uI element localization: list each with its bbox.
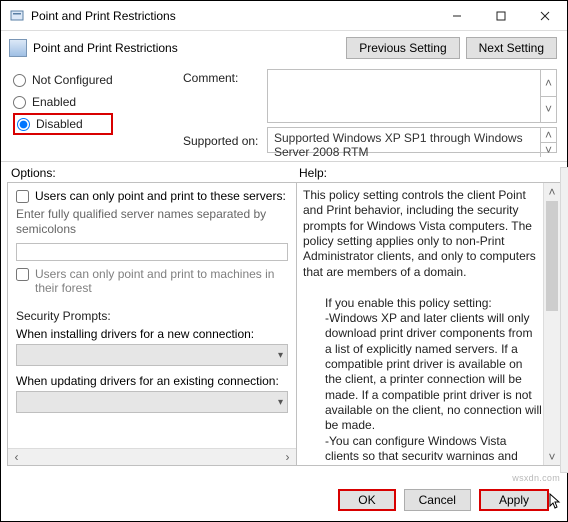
- checkbox-forest[interactable]: Users can only point and print to machin…: [16, 267, 288, 295]
- scroll-right-icon[interactable]: ›: [279, 450, 296, 464]
- radio-enabled-label: Enabled: [32, 95, 76, 109]
- window-vertical-scrollbar[interactable]: [560, 167, 568, 473]
- supported-on-value: Supported Windows XP SP1 through Windows…: [274, 131, 523, 159]
- scroll-up-icon[interactable]: ˄: [544, 183, 560, 200]
- radio-disabled-label: Disabled: [36, 117, 83, 131]
- supported-spin-down[interactable]: ˅: [540, 142, 556, 157]
- comment-label: Comment:: [183, 69, 267, 85]
- security-prompts-label: Security Prompts:: [16, 309, 288, 323]
- help-heading: Help:: [299, 166, 327, 180]
- radio-disabled-highlight: Disabled: [13, 113, 113, 135]
- checkbox-servers[interactable]: Users can only point and print to these …: [16, 189, 288, 203]
- help-bullet: -You can configure Windows Vista clients…: [303, 434, 542, 460]
- checkbox-forest-input[interactable]: [16, 268, 29, 281]
- previous-setting-button[interactable]: Previous Setting: [346, 37, 459, 59]
- cancel-button[interactable]: Cancel: [404, 489, 471, 511]
- maximize-button[interactable]: [479, 1, 523, 30]
- updating-drivers-dropdown[interactable]: ▾: [16, 391, 288, 413]
- installing-drivers-label: When installing drivers for a new connec…: [16, 327, 288, 341]
- updating-drivers-label: When updating drivers for an existing co…: [16, 374, 288, 388]
- policy-title: Point and Print Restrictions: [33, 41, 346, 55]
- radio-not-configured-input[interactable]: [13, 74, 26, 87]
- supported-on-field: Supported Windows XP SP1 through Windows…: [267, 127, 557, 153]
- options-pane: Users can only point and print to these …: [7, 182, 297, 466]
- policy-icon: [9, 39, 27, 57]
- radio-enabled[interactable]: Enabled: [13, 91, 183, 113]
- window-title: Point and Print Restrictions: [31, 9, 435, 23]
- help-enable-head: If you enable this policy setting:: [303, 296, 542, 311]
- cursor-icon: [549, 493, 563, 511]
- help-bullet: -Windows XP and later clients will only …: [303, 311, 542, 434]
- chevron-down-icon: ▾: [278, 350, 283, 361]
- radio-disabled-input[interactable]: [17, 118, 30, 131]
- help-paragraph: This policy setting controls the client …: [303, 188, 542, 280]
- checkbox-servers-label: Users can only point and print to these …: [35, 189, 286, 203]
- help-pane: This policy setting controls the client …: [296, 182, 561, 466]
- help-vertical-scrollbar[interactable]: ˄ ˅: [543, 183, 560, 465]
- app-icon: [9, 8, 25, 24]
- scrollbar-thumb[interactable]: [546, 201, 558, 311]
- minimize-button[interactable]: [435, 1, 479, 30]
- radio-not-configured[interactable]: Not Configured: [13, 69, 183, 91]
- ok-button[interactable]: OK: [338, 489, 395, 511]
- radio-not-configured-label: Not Configured: [32, 73, 113, 87]
- scroll-down-icon[interactable]: ˅: [544, 448, 560, 465]
- supported-spin-up[interactable]: ˄: [540, 128, 556, 142]
- next-setting-button[interactable]: Next Setting: [466, 37, 557, 59]
- watermark: wsxdn.com: [512, 473, 560, 483]
- options-horizontal-scrollbar[interactable]: ‹ ›: [8, 448, 296, 465]
- installing-drivers-dropdown[interactable]: ▾: [16, 344, 288, 366]
- comment-spin-down[interactable]: ˅: [540, 96, 556, 123]
- scroll-left-icon[interactable]: ‹: [8, 450, 25, 464]
- chevron-down-icon: ▾: [278, 397, 283, 408]
- servers-hint: Enter fully qualified server names separ…: [16, 207, 288, 237]
- comment-field[interactable]: ˄ ˅: [267, 69, 557, 123]
- apply-button[interactable]: Apply: [479, 489, 549, 511]
- options-heading: Options:: [11, 166, 299, 180]
- checkbox-servers-input[interactable]: [16, 190, 29, 203]
- radio-enabled-input[interactable]: [13, 96, 26, 109]
- close-button[interactable]: [523, 1, 567, 30]
- comment-spin-up[interactable]: ˄: [540, 70, 556, 96]
- servers-textfield[interactable]: [16, 243, 288, 261]
- supported-label: Supported on:: [183, 132, 267, 148]
- checkbox-forest-label: Users can only point and print to machin…: [35, 267, 288, 295]
